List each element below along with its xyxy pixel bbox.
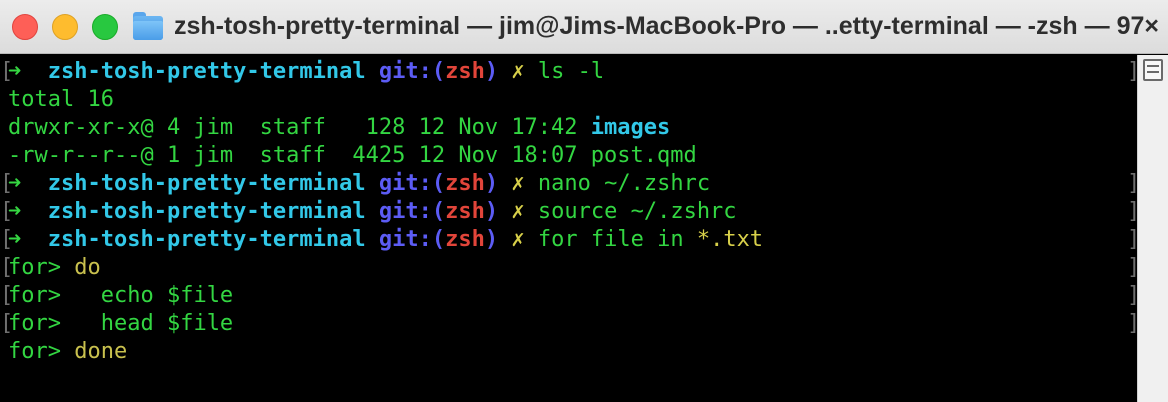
continuation-prompt: for>	[8, 283, 75, 308]
terminal-window: zsh-tosh-pretty-terminal — jim@Jims-MacB…	[0, 0, 1168, 402]
output-line-images: drwxr-xr-x@ 4 jim staff 128 12 Nov 17:42…	[8, 114, 670, 142]
output-dir-name: images	[590, 115, 671, 140]
prompt-git-label: git:(	[378, 171, 446, 196]
prompt-branch: zsh	[445, 171, 485, 196]
split-pane-gutter[interactable]	[1137, 55, 1168, 402]
variable-text: $file	[166, 283, 234, 308]
continuation-prompt: for>	[8, 311, 75, 336]
command-text: head	[74, 311, 167, 336]
prompt-git-close: )	[484, 59, 499, 84]
output-text: drwxr-xr-x@ 4 jim staff 128 12 Nov 17:42	[8, 115, 591, 140]
folder-icon-front	[133, 21, 163, 40]
prompt-dirty-icon: ✗	[511, 59, 525, 84]
prompt-dirty-icon: ✗	[511, 227, 525, 252]
prompt-git-label: git:(	[378, 59, 446, 84]
command-text: ls -l	[537, 59, 605, 84]
command-glob: *.txt	[696, 227, 764, 252]
prompt-directory: zsh-tosh-pretty-terminal	[47, 199, 366, 224]
prompt-dirty-icon: ✗	[511, 199, 525, 224]
command-text: source ~/.zshrc	[537, 199, 737, 224]
folder-icon[interactable]	[133, 12, 163, 40]
output-text: -rw-r--r--@ 1 jim staff 4425 12 Nov 18:0…	[8, 143, 697, 168]
continuation-line-done: for> done	[8, 338, 127, 366]
prompt-line-for: ➜ zsh-tosh-pretty-terminal git:(zsh) ✗ f…	[8, 226, 763, 254]
output-text: total 16	[8, 87, 114, 112]
prompt-directory: zsh-tosh-pretty-terminal	[47, 59, 366, 84]
command-text: for file in	[537, 227, 697, 252]
keyword-text: done	[74, 339, 128, 364]
split-pane-icon-bar	[1147, 65, 1159, 67]
prompt-branch: zsh	[445, 199, 485, 224]
continuation-prompt: for>	[8, 255, 75, 280]
output-line-total: total 16	[8, 86, 114, 114]
command-text: echo	[74, 283, 167, 308]
title-bar[interactable]: zsh-tosh-pretty-terminal — jim@Jims-MacB…	[0, 0, 1168, 54]
variable-text: $file	[166, 311, 234, 336]
prompt-line-ls: ➜ zsh-tosh-pretty-terminal git:(zsh) ✗ l…	[8, 58, 604, 86]
command-text: nano ~/.zshrc	[537, 171, 711, 196]
prompt-git-close: )	[484, 227, 499, 252]
prompt-directory: zsh-tosh-pretty-terminal	[47, 171, 366, 196]
continuation-line-head: for> head $file	[8, 310, 233, 338]
output-line-post: -rw-r--r--@ 1 jim staff 4425 12 Nov 18:0…	[8, 142, 697, 170]
prompt-git-label: git:(	[378, 227, 446, 252]
prompt-line-nano: ➜ zsh-tosh-pretty-terminal git:(zsh) ✗ n…	[8, 170, 710, 198]
continuation-prompt: for>	[8, 339, 75, 364]
continuation-line-echo: for> echo $file	[8, 282, 233, 310]
prompt-branch: zsh	[445, 227, 485, 252]
prompt-arrow-icon: ➜	[8, 171, 22, 196]
terminal-content[interactable]: [ ➜ zsh-tosh-pretty-terminal git:(zsh) ✗…	[0, 56, 1140, 402]
split-pane-icon-bar	[1147, 71, 1159, 73]
prompt-line-source: ➜ zsh-tosh-pretty-terminal git:(zsh) ✗ s…	[8, 198, 737, 226]
keyword-text: do	[74, 255, 101, 280]
prompt-branch: zsh	[445, 59, 485, 84]
prompt-arrow-icon: ➜	[8, 59, 22, 84]
prompt-git-close: )	[484, 199, 499, 224]
prompt-arrow-icon: ➜	[8, 199, 22, 224]
split-pane-icon[interactable]	[1143, 59, 1163, 81]
prompt-git-label: git:(	[378, 199, 446, 224]
prompt-directory: zsh-tosh-pretty-terminal	[47, 227, 366, 252]
window-title: zsh-tosh-pretty-terminal — jim@Jims-MacB…	[174, 12, 1158, 40]
continuation-line-do: for> do	[8, 254, 101, 282]
prompt-dirty-icon: ✗	[511, 171, 525, 196]
minimize-window-button[interactable]	[52, 14, 78, 40]
zoom-window-button[interactable]	[92, 14, 118, 40]
prompt-arrow-icon: ➜	[8, 227, 22, 252]
close-window-button[interactable]	[12, 14, 38, 40]
prompt-git-close: )	[484, 171, 499, 196]
